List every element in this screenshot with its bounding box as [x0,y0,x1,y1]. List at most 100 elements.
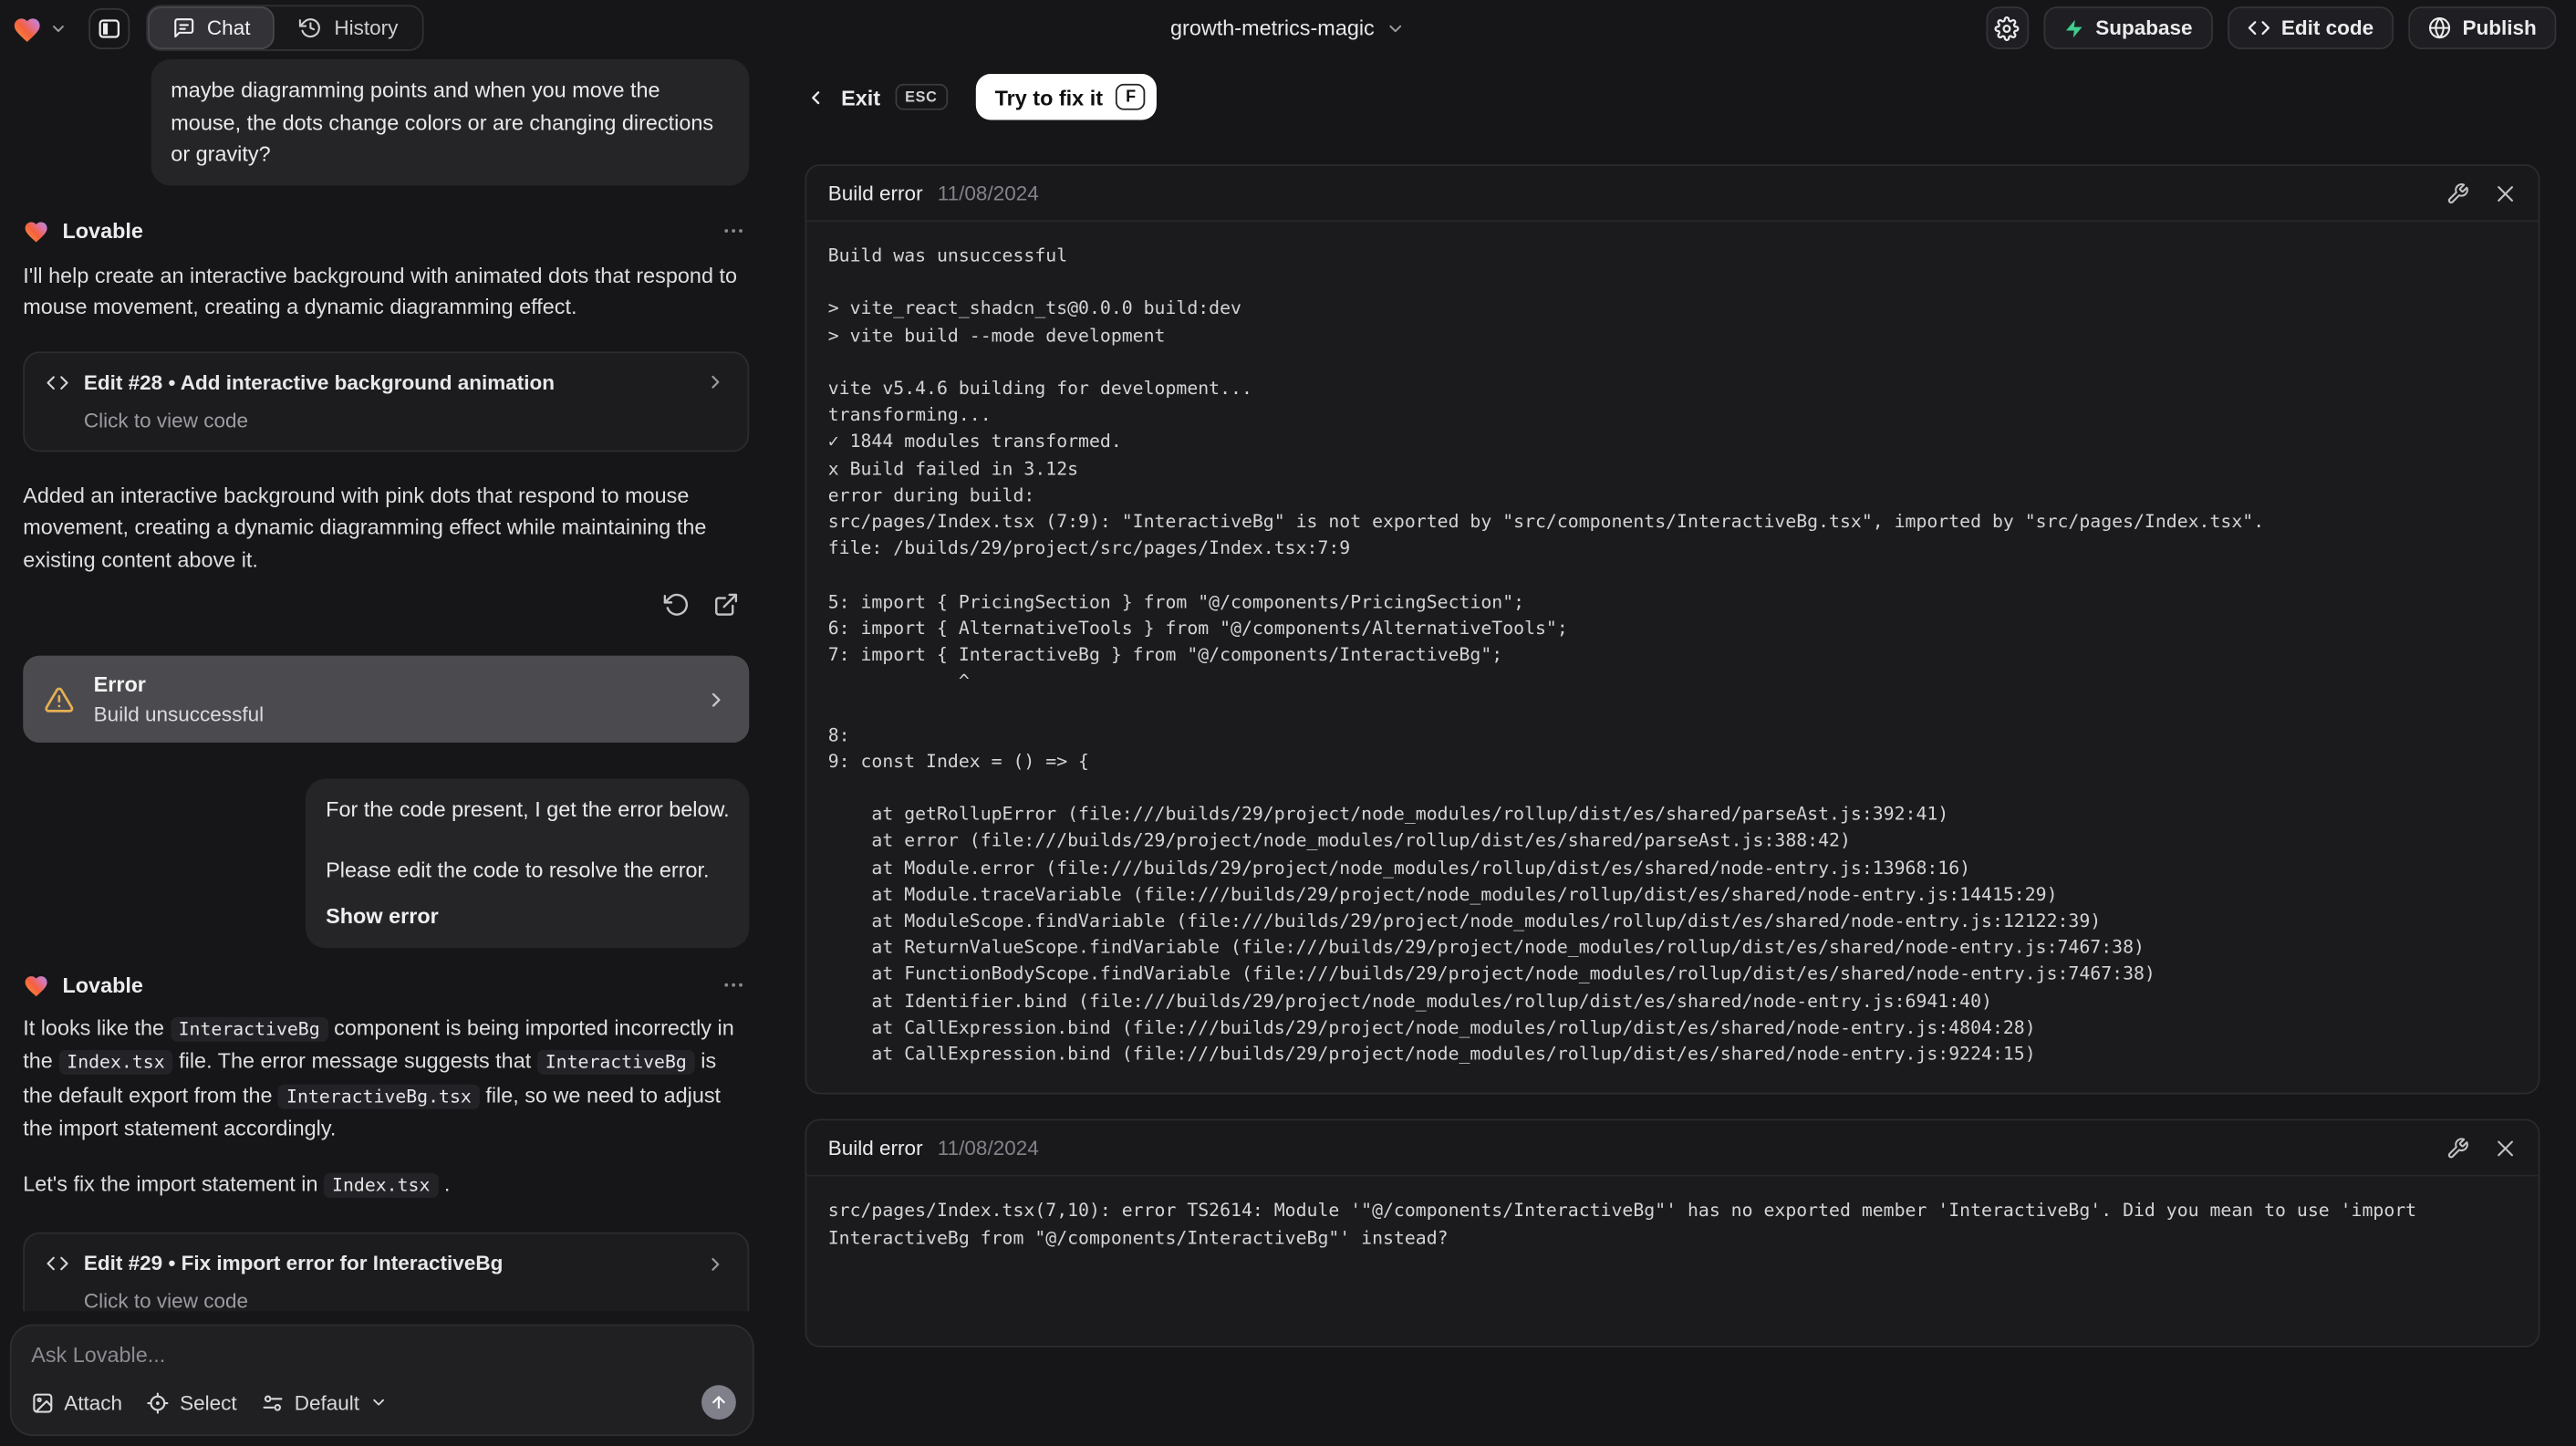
sidebar-toggle-button[interactable] [88,7,130,49]
fix-toolbar: Exit ESC Try to fix it F [805,74,2540,120]
repair-button[interactable] [2446,1137,2469,1160]
edit-card[interactable]: Edit #28 • Add interactive background an… [23,350,750,452]
top-bar: Chat History growth-metrics-magic Supaba… [0,0,2576,56]
heart-icon [12,14,43,42]
user-message-text: For the code present, I get the error be… [326,796,730,822]
build-error-card[interactable]: Error Build unsuccessful [23,655,750,744]
publish-button[interactable]: Publish [2408,6,2557,50]
settings-button[interactable] [1985,6,2029,50]
build-error-date: 11/08/2024 [937,1136,1039,1160]
tab-chat[interactable]: Chat [148,6,275,50]
build-log: Build was unsuccessful > vite_react_shad… [827,244,2265,1066]
repair-button[interactable] [2446,182,2469,204]
tab-history-label: History [334,16,399,40]
close-button[interactable] [2494,1137,2517,1160]
try-to-fix-button[interactable]: Try to fix it F [975,74,1158,120]
chevron-right-icon [705,1253,726,1274]
topbar-actions: Supabase Edit code Publish [1985,6,2557,50]
edit-card-subtitle: Click to view code [83,1289,249,1312]
assistant-header: Lovable [23,972,749,996]
open-preview-button[interactable] [713,591,740,618]
wrench-icon [2446,1137,2469,1160]
message-menu-button[interactable] [718,218,749,243]
chat-messages: maybe diagramming points and when you mo… [0,56,763,1312]
exit-label: Exit [841,84,881,109]
globe-icon [2428,16,2451,39]
crosshair-icon [147,1391,170,1414]
panel-left-icon [97,16,121,40]
project-name: growth-metrics-magic [1170,16,1375,41]
assistant-text: I'll help create an interactive backgrou… [23,262,738,319]
exit-button[interactable]: Exit ESC [805,83,948,110]
select-label: Select [180,1390,237,1414]
sliders-icon [262,1391,285,1414]
rotate-ccw-icon [663,591,691,618]
send-button[interactable] [701,1385,736,1420]
chevron-right-icon [705,371,726,392]
assistant-header: Lovable [23,218,749,243]
edit-code-button[interactable]: Edit code [2227,6,2394,50]
edit-card[interactable]: Edit #29 • Fix import error for Interact… [23,1232,750,1312]
chevron-down-icon [369,1393,388,1411]
image-icon [31,1391,54,1414]
attach-button[interactable]: Attach [31,1391,122,1414]
chat-bubble-icon [172,16,195,39]
code-icon [46,1252,68,1274]
publish-label: Publish [2462,16,2537,40]
chat-composer: Attach Select Default [9,1324,754,1437]
external-link-icon [713,591,740,618]
restore-button[interactable] [663,591,691,618]
message-actions [23,591,739,618]
assistant-text: It looks like the InteractiveBg componen… [23,1014,734,1140]
edit-code-label: Edit code [2280,16,2374,40]
x-icon [2494,1137,2517,1160]
select-element-button[interactable]: Select [147,1391,237,1414]
chevron-down-icon [1386,18,1406,38]
edit-card-title: Edit #29 • Fix import error for Interact… [83,1252,504,1275]
message-menu-button[interactable] [718,972,749,996]
warning-triangle-icon [45,684,74,713]
build-error-header: Build error 11/08/2024 [806,1120,2539,1178]
assistant-name: Lovable [62,972,143,997]
supabase-label: Supabase [2095,16,2193,40]
chevron-right-icon [705,688,728,711]
tab-history[interactable]: History [275,6,423,49]
view-tabs: Chat History [146,5,425,51]
try-to-fix-label: Try to fix it [994,84,1104,109]
history-icon [299,16,323,39]
supabase-button[interactable]: Supabase [2042,6,2213,50]
f-key-badge: F [1116,83,1146,110]
code-icon [2247,16,2270,39]
ellipsis-icon [722,972,746,996]
zap-icon [2062,17,2083,38]
logo-menu-button[interactable] [12,14,68,42]
gear-icon [1994,16,2020,41]
x-icon [2494,182,2517,204]
build-error-panel: Build error 11/08/2024 [805,1119,2540,1348]
build-error-header: Build error 11/08/2024 [806,165,2539,223]
show-error-link[interactable]: Show error [326,900,730,932]
close-button[interactable] [2494,182,2517,204]
heart-icon [23,218,49,243]
user-message-text: maybe diagramming points and when you mo… [171,77,714,166]
assistant-name: Lovable [62,217,143,243]
attach-label: Attach [64,1390,123,1414]
ellipsis-icon [722,218,746,243]
arrow-up-icon [710,1393,728,1411]
build-log: src/pages/Index.tsx(7,10): error TS2614:… [827,1200,2428,1248]
build-error-title: Build error [827,1136,923,1160]
esc-key-badge: ESC [895,83,948,110]
project-switcher[interactable]: growth-metrics-magic [1160,14,1416,42]
user-message: For the code present, I get the error be… [306,778,750,948]
error-card-title: Error [93,671,146,697]
edit-card-subtitle: Click to view code [83,408,249,432]
app: Chat History growth-metrics-magic Supaba… [0,0,2576,1446]
chat-input[interactable] [31,1342,736,1386]
error-overlay-panel: Exit ESC Try to fix it F Build error 11/… [763,56,2576,1446]
chevron-down-icon [49,19,68,37]
wrench-icon [2446,182,2469,204]
mode-selector[interactable]: Default [262,1391,388,1414]
assistant-text: Let's fix the import statement in Index.… [23,1170,451,1198]
tab-chat-label: Chat [206,16,251,40]
heart-icon [23,972,49,996]
